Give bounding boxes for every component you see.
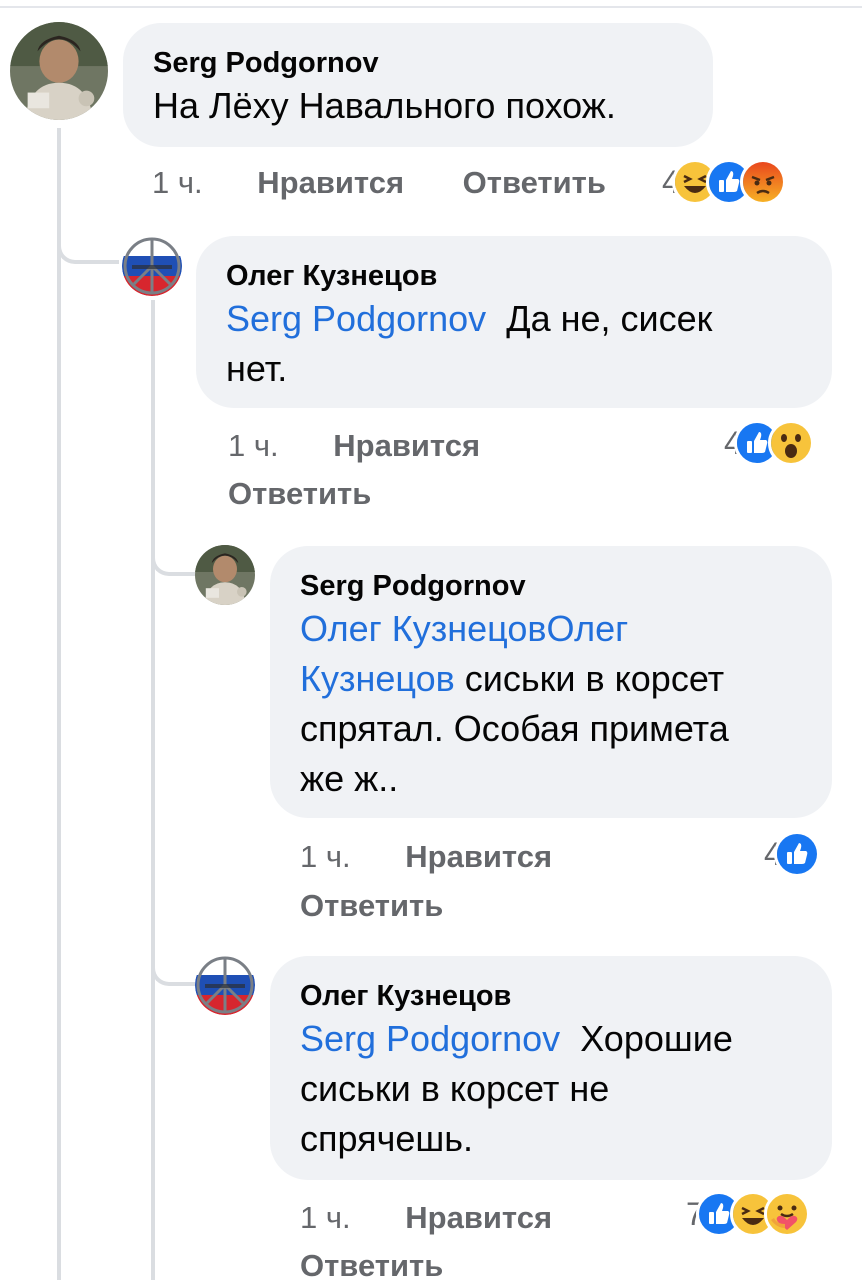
comment-bubble-3: Serg Podgornov Олег КузнецовОлег Кузнецо… bbox=[270, 546, 832, 818]
angry-reaction-icon bbox=[739, 159, 786, 205]
comment-text-line: спрячешь. bbox=[300, 1118, 474, 1159]
like-reaction-icon bbox=[773, 831, 820, 877]
comment-author[interactable]: Serg Podgornov bbox=[153, 45, 683, 81]
avatar-serg-podgornov[interactable] bbox=[10, 22, 108, 120]
like-button[interactable]: Нравится bbox=[333, 426, 480, 466]
comment-actions-4: 1 ч. Нравится bbox=[300, 1198, 552, 1238]
like-button[interactable]: Нравится bbox=[405, 837, 552, 877]
thread-elbow-reply-3 bbox=[151, 930, 195, 986]
comment-text: Serg Podgornov Хорошие сиськи в корсет н… bbox=[300, 1014, 802, 1164]
comment-text-line: же ж.. bbox=[300, 758, 399, 799]
reply-button[interactable]: Ответить bbox=[300, 1246, 443, 1286]
mention-link[interactable]: Serg Podgornov bbox=[300, 1018, 560, 1059]
comment-text-line: Хорошие bbox=[580, 1018, 733, 1059]
like-button[interactable]: Нравится bbox=[405, 1198, 552, 1238]
comment-text: Олег КузнецовОлег Кузнецов сиськи в корс… bbox=[300, 604, 802, 804]
comment-text-line: спрятал. Особая примета bbox=[300, 708, 729, 749]
reply-button[interactable]: Ответить bbox=[228, 474, 371, 514]
top-divider bbox=[0, 6, 862, 8]
comment-actions-4-reply: Ответить bbox=[300, 1246, 443, 1286]
comment-timestamp[interactable]: 1 ч. bbox=[300, 837, 351, 877]
reply-button[interactable]: Ответить bbox=[300, 886, 443, 926]
thread-elbow-reply-2 bbox=[151, 520, 195, 576]
comment-timestamp[interactable]: 1 ч. bbox=[152, 163, 203, 203]
thread-line-main bbox=[57, 128, 61, 1280]
thread-elbow-reply-1 bbox=[57, 200, 119, 264]
comment-author[interactable]: Олег Кузнецов bbox=[300, 978, 802, 1014]
avatar-serg-podgornov[interactable] bbox=[195, 545, 255, 605]
comment-text-line: нет. bbox=[226, 348, 288, 389]
reaction-summary-2[interactable]: 4 bbox=[724, 420, 814, 466]
comment-actions-3: 1 ч. Нравится bbox=[300, 837, 552, 877]
comment-text: Serg Podgornov Да не, сисек нет. bbox=[226, 294, 802, 394]
thread-line-nested bbox=[151, 300, 155, 1280]
reaction-summary-4[interactable]: 7 bbox=[686, 1191, 810, 1237]
avatar-oleg-kuznetsov[interactable] bbox=[195, 955, 255, 1015]
comment-timestamp[interactable]: 1 ч. bbox=[300, 1198, 351, 1238]
wow-reaction-icon bbox=[767, 420, 814, 466]
comment-actions-2: 1 ч. Нравится bbox=[228, 426, 480, 466]
mention-link[interactable]: Кузнецов bbox=[300, 658, 455, 699]
comment-actions-3-reply: Ответить bbox=[300, 886, 443, 926]
comment-bubble-1: Serg Podgornov На Лёху Навального похож. bbox=[123, 23, 713, 147]
comment-timestamp[interactable]: 1 ч. bbox=[228, 426, 279, 466]
comment-bubble-4: Олег Кузнецов Serg Podgornov Хорошие сис… bbox=[270, 956, 832, 1180]
comment-text-line: Да не, сисек bbox=[506, 298, 713, 339]
comment-bubble-2: Олег Кузнецов Serg Podgornov Да не, сисе… bbox=[196, 236, 832, 408]
reply-button[interactable]: Ответить bbox=[463, 163, 606, 203]
comment-text: На Лёху Навального похож. bbox=[153, 85, 616, 126]
mention-link[interactable]: Олег КузнецовОлег bbox=[300, 608, 628, 649]
comment-author[interactable]: Олег Кузнецов bbox=[226, 258, 802, 294]
care-reaction-icon bbox=[763, 1191, 810, 1237]
mention-link[interactable]: Serg Podgornov bbox=[226, 298, 486, 339]
comment-text-line: сиськи в корсет не bbox=[300, 1068, 610, 1109]
reaction-summary-1[interactable]: 4 bbox=[662, 159, 786, 205]
comment-text-line: сиськи в корсет bbox=[464, 658, 725, 699]
comment-actions-2-reply: Ответить bbox=[228, 474, 371, 514]
reaction-summary-3[interactable]: 4 bbox=[764, 831, 820, 877]
comment-author[interactable]: Serg Podgornov bbox=[300, 568, 802, 604]
like-button[interactable]: Нравится bbox=[257, 163, 404, 203]
comment-actions-1: 1 ч. Нравится Ответить bbox=[152, 163, 606, 203]
avatar-oleg-kuznetsov[interactable] bbox=[122, 236, 182, 296]
